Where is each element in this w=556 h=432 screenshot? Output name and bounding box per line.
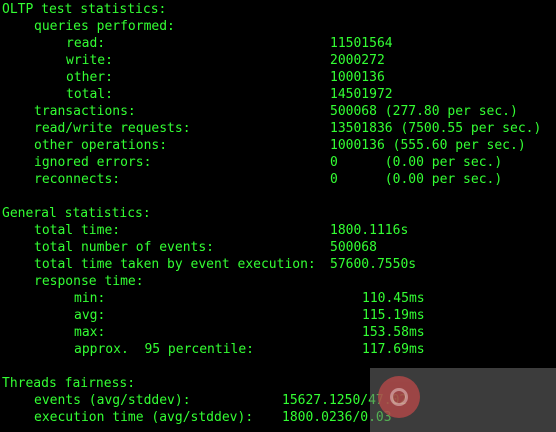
transactions-label: transactions: xyxy=(34,104,136,119)
other-value: 1000136 xyxy=(330,70,385,85)
watermark-overlay xyxy=(370,368,556,432)
general-heading: General statistics: xyxy=(2,206,151,221)
max-label: max: xyxy=(74,325,106,340)
min-value: 110.45ms xyxy=(362,291,425,306)
percentile-label: approx. 95 percentile: xyxy=(74,342,255,357)
min-label: min: xyxy=(74,291,106,306)
write-value: 2000272 xyxy=(330,53,385,68)
rw-requests-label: read/write requests: xyxy=(34,121,191,136)
total-value: 14501972 xyxy=(330,87,393,102)
other-label: other: xyxy=(66,70,113,85)
oltp-heading: OLTP test statistics: xyxy=(2,2,167,17)
read-label: read: xyxy=(66,36,106,51)
other-operations-value: 1000136 (555.60 per sec.) xyxy=(330,138,526,153)
threads-heading: Threads fairness: xyxy=(2,376,136,391)
write-label: write: xyxy=(66,53,113,68)
ignored-errors-label: ignored errors: xyxy=(34,155,152,170)
total-events-value: 500068 xyxy=(330,240,377,255)
max-value: 153.58ms xyxy=(362,325,425,340)
other-operations-label: other operations: xyxy=(34,138,168,153)
total-events-label: total number of events: xyxy=(34,240,215,255)
ignored-errors-value: 0 (0.00 per sec.) xyxy=(330,155,503,170)
terminal-window[interactable]: OLTP test statistics: queries performed:… xyxy=(0,0,556,432)
total-label: total: xyxy=(66,87,113,102)
total-time-value: 1800.1116s xyxy=(330,223,409,238)
threads-exec-label: execution time (avg/stddev): xyxy=(34,410,254,425)
response-time-heading: response time: xyxy=(34,274,144,289)
total-time-label: total time: xyxy=(34,223,121,238)
avg-label: avg: xyxy=(74,308,106,323)
reconnects-label: reconnects: xyxy=(34,172,121,187)
transactions-value: 500068 (277.80 per sec.) xyxy=(330,104,518,119)
rw-requests-value: 13501836 (7500.55 per sec.) xyxy=(330,121,542,136)
logo-icon xyxy=(378,376,420,418)
avg-value: 115.19ms xyxy=(362,308,425,323)
event-execution-label: total time taken by event execution: xyxy=(34,257,316,272)
reconnects-value: 0 (0.00 per sec.) xyxy=(330,172,503,187)
threads-events-label: events (avg/stddev): xyxy=(34,393,191,408)
queries-heading: queries performed: xyxy=(34,19,175,34)
event-execution-value: 57600.7550s xyxy=(330,257,417,272)
read-value: 11501564 xyxy=(330,36,393,51)
percentile-value: 117.69ms xyxy=(362,342,425,357)
